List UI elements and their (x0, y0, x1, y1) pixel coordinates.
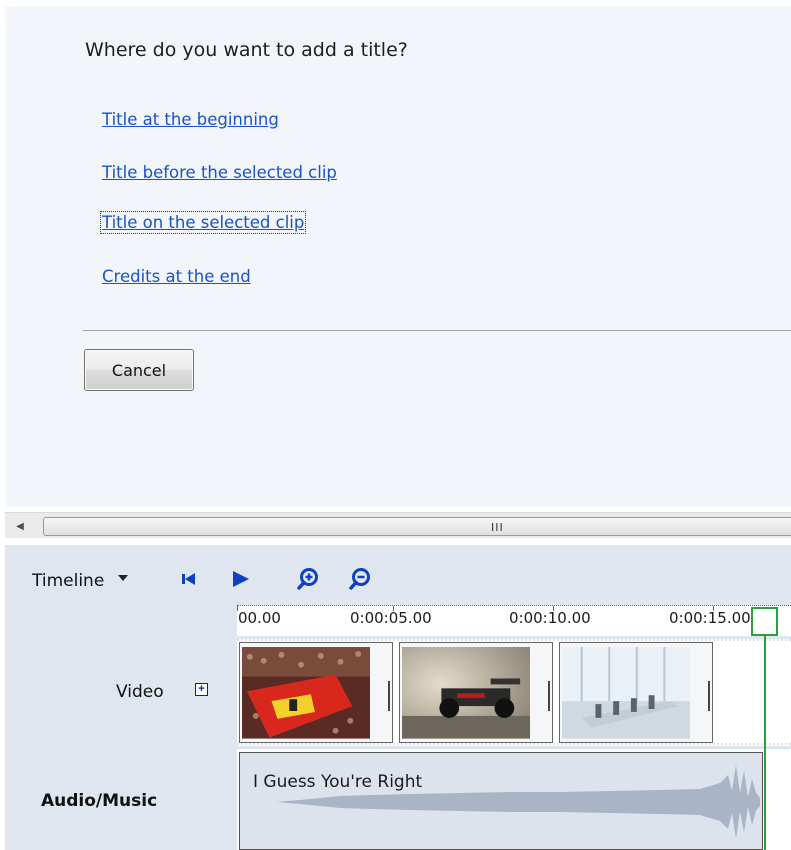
video-track[interactable] (237, 639, 791, 746)
expand-video-track-icon[interactable]: + (195, 683, 208, 696)
ruler-tick-0: 00.00 (238, 609, 281, 627)
link-title-on-selected-clip[interactable]: Title on the selected clip (99, 211, 307, 234)
video-track-label: Video (116, 682, 164, 702)
zoom-out-icon[interactable] (348, 567, 372, 591)
scrollbar-thumb[interactable]: III (43, 517, 791, 536)
audio-clip[interactable]: I Guess You're Right (239, 752, 763, 850)
scrollbar-grip: III (491, 521, 504, 534)
playhead-marker[interactable] (751, 607, 778, 636)
zoom-in-icon[interactable] (296, 567, 320, 591)
clip-trim-handle[interactable] (388, 681, 390, 711)
clip-trim-handle[interactable] (548, 681, 550, 711)
horizontal-scrollbar[interactable]: ◀ III (5, 512, 791, 538)
separator (83, 330, 791, 331)
ruler-tick-15: 0:00:15.00 (669, 609, 751, 627)
video-clip-office[interactable] (559, 642, 713, 743)
chevron-down-icon[interactable] (118, 575, 128, 581)
rewind-icon[interactable] (177, 567, 201, 591)
task-question: Where do you want to add a title? (85, 39, 408, 61)
clip-thumbnail-race-car (402, 647, 530, 739)
link-credits-at-end[interactable]: Credits at the end (102, 267, 251, 286)
clip-thumbnail-ferrari-flag (242, 647, 370, 739)
audio-waveform (276, 765, 760, 839)
clip-trim-handle[interactable] (708, 681, 710, 711)
play-icon[interactable] (229, 567, 253, 591)
audio-music-track-label: Audio/Music (41, 791, 158, 811)
link-title-before-selected-clip[interactable]: Title before the selected clip (102, 163, 337, 182)
audio-music-track[interactable]: I Guess You're Right (237, 749, 791, 850)
time-ruler[interactable]: 00.00 0:00:05.00 0:00:10.00 0:00:15.00 (237, 605, 791, 636)
scroll-left-arrow-icon[interactable]: ◀ (5, 513, 35, 539)
add-title-task-pane: Where do you want to add a title? Title … (5, 6, 791, 507)
playhead-line[interactable] (764, 635, 766, 850)
video-clip-race-car[interactable] (399, 642, 553, 743)
link-title-at-beginning[interactable]: Title at the beginning (102, 110, 279, 129)
clip-thumbnail-office (562, 647, 690, 739)
cancel-button[interactable]: Cancel (84, 349, 194, 391)
video-clip-ferrari-flag[interactable] (239, 642, 393, 743)
ruler-tick-10: 0:00:10.00 (509, 609, 591, 627)
audio-clip-title: I Guess You're Right (253, 772, 423, 792)
ruler-tick-5: 0:00:05.00 (350, 609, 432, 627)
timeline-panel: Timeline 00.00 0:00:05.00 0:00:10.00 0:0… (5, 545, 791, 850)
timeline-view-label[interactable]: Timeline (32, 571, 104, 591)
